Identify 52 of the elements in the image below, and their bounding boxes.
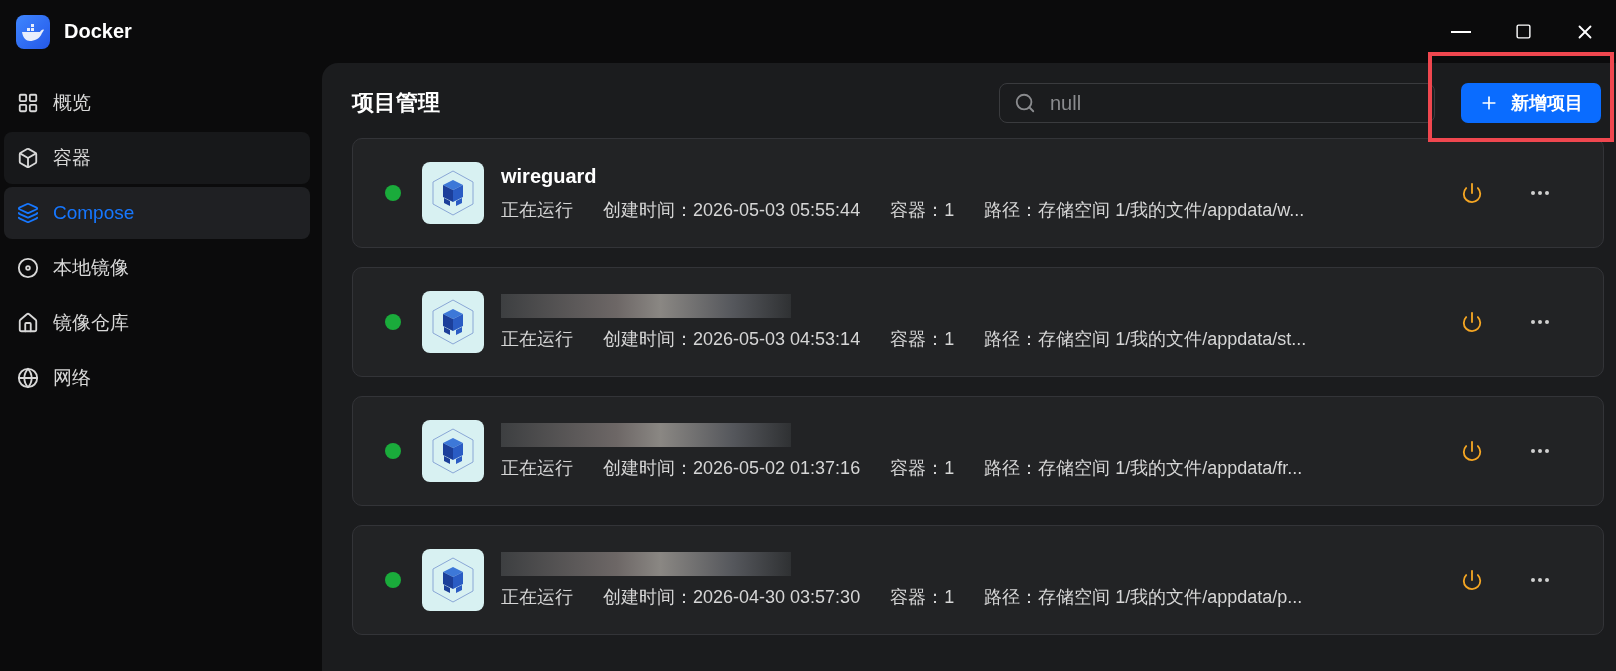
sidebar-label: 概览 bbox=[53, 91, 91, 115]
globe-icon bbox=[17, 367, 39, 389]
sidebar-label: 镜像仓库 bbox=[53, 311, 129, 335]
search-icon bbox=[1014, 92, 1036, 114]
created-time: 创建时间：2026-05-03 04:53:14 bbox=[603, 327, 861, 351]
whale-logo-icon bbox=[16, 14, 50, 49]
sidebar-label: 容器 bbox=[53, 146, 91, 170]
more-icon bbox=[1531, 191, 1549, 195]
search-input[interactable]: null bbox=[1048, 90, 1412, 116]
sidebar-item[interactable]: 本地镜像 bbox=[4, 242, 310, 294]
house-icon bbox=[17, 312, 39, 334]
container-count: 容器：1 bbox=[890, 327, 955, 351]
sidebar-label: 网络 bbox=[53, 366, 91, 390]
sidebar-item[interactable]: 容器 bbox=[4, 132, 310, 184]
sidebar-item[interactable]: 镜像仓库 bbox=[4, 297, 310, 349]
add-project-button[interactable]: 新增项目 bbox=[1461, 83, 1601, 123]
power-icon bbox=[1461, 440, 1483, 462]
container-count: 容器：1 bbox=[890, 198, 955, 222]
project-path: 路径：存储空间 1/我的文件/appdata/st... bbox=[984, 327, 1307, 351]
sidebar-item[interactable]: 概览 bbox=[4, 77, 310, 129]
project-path: 路径：存储空间 1/我的文件/appdata/fr... bbox=[984, 456, 1303, 480]
status-text: 正在运行 bbox=[501, 198, 573, 222]
disc-icon bbox=[17, 257, 39, 279]
layers-icon bbox=[17, 202, 39, 224]
maximize-icon bbox=[1514, 23, 1532, 40]
container-count: 容器：1 bbox=[890, 456, 955, 480]
more-icon bbox=[1531, 320, 1549, 324]
status-text: 正在运行 bbox=[501, 327, 573, 351]
sidebar-label: Compose bbox=[53, 202, 135, 224]
created-time: 创建时间：2026-05-03 05:55:44 bbox=[603, 198, 861, 222]
power-icon bbox=[1461, 569, 1483, 591]
created-time: 创建时间：2026-04-30 03:57:30 bbox=[603, 585, 861, 609]
search-field[interactable]: null bbox=[999, 83, 1435, 123]
more-icon bbox=[1531, 449, 1549, 453]
app-title: Docker bbox=[64, 20, 132, 43]
project-path: 路径：存储空间 1/我的文件/appdata/w... bbox=[984, 198, 1305, 222]
cube-icon bbox=[17, 147, 39, 169]
power-icon bbox=[1461, 182, 1483, 204]
status-text: 正在运行 bbox=[501, 456, 573, 480]
grid-icon bbox=[17, 92, 39, 114]
project-path: 路径：存储空间 1/我的文件/appdata/p... bbox=[984, 585, 1303, 609]
minimize-icon bbox=[1451, 30, 1471, 33]
project-name: wireguard bbox=[501, 164, 598, 189]
sidebar-item[interactable]: Compose bbox=[4, 187, 310, 239]
status-text: 正在运行 bbox=[501, 585, 573, 609]
container-count: 容器：1 bbox=[890, 585, 955, 609]
sidebar-item[interactable]: 网络 bbox=[4, 352, 310, 404]
sidebar-label: 本地镜像 bbox=[53, 256, 129, 280]
created-time: 创建时间：2026-05-02 01:37:16 bbox=[603, 456, 861, 480]
power-icon bbox=[1461, 311, 1483, 333]
page-title: 项目管理 bbox=[352, 89, 440, 117]
more-icon bbox=[1531, 578, 1549, 582]
